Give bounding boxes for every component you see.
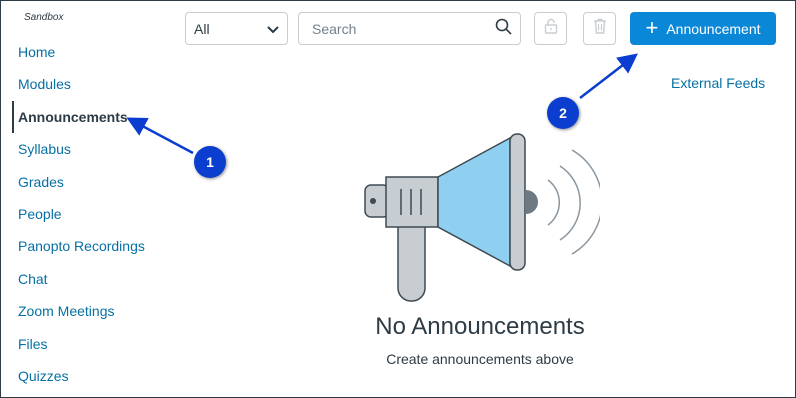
filter-select[interactable]: All: [185, 12, 288, 45]
unlock-icon: [544, 18, 558, 39]
sidebar-item-people[interactable]: People: [12, 198, 182, 230]
search-icon[interactable]: [495, 18, 512, 40]
external-feeds-link[interactable]: External Feeds: [671, 75, 765, 91]
chevron-down-icon: [267, 21, 279, 37]
plus-icon: +: [645, 14, 659, 40]
sidebar-item-announcements[interactable]: Announcements: [12, 100, 182, 134]
search-field[interactable]: [298, 12, 521, 45]
sidebar-item-chat[interactable]: Chat: [12, 263, 182, 295]
sidebar-item-files[interactable]: Files: [12, 328, 182, 360]
callout-badge-2: 2: [547, 97, 579, 129]
empty-state-subtitle: Create announcements above: [386, 351, 574, 367]
filter-select-value: All: [194, 20, 210, 37]
megaphone-illustration: [360, 130, 603, 310]
sidebar-item-modules[interactable]: Modules: [12, 68, 182, 100]
add-announcement-label: Announcement: [666, 20, 761, 37]
unlock-button[interactable]: [534, 12, 567, 45]
sidebar-item-zoom-meetings[interactable]: Zoom Meetings: [12, 295, 182, 327]
sidebar-item-panopto-recordings[interactable]: Panopto Recordings: [12, 230, 182, 262]
sidebar-item-quizzes[interactable]: Quizzes: [12, 360, 182, 392]
search-input[interactable]: [310, 19, 495, 38]
sidebar-item-grades[interactable]: Grades: [12, 166, 182, 198]
trash-icon: [593, 18, 607, 39]
delete-button[interactable]: [583, 12, 616, 45]
course-name: Sandbox: [24, 12, 64, 23]
sidebar-item-home[interactable]: Home: [12, 36, 182, 68]
course-navigation: Home Modules Announcements Syllabus Grad…: [12, 36, 182, 392]
callout-number: 1: [206, 154, 214, 170]
callout-number: 2: [559, 105, 567, 121]
add-announcement-button[interactable]: + Announcement: [630, 12, 776, 45]
empty-state-title: No Announcements: [375, 313, 585, 340]
sidebar-item-syllabus[interactable]: Syllabus: [12, 133, 182, 165]
callout-badge-1: 1: [194, 146, 226, 178]
